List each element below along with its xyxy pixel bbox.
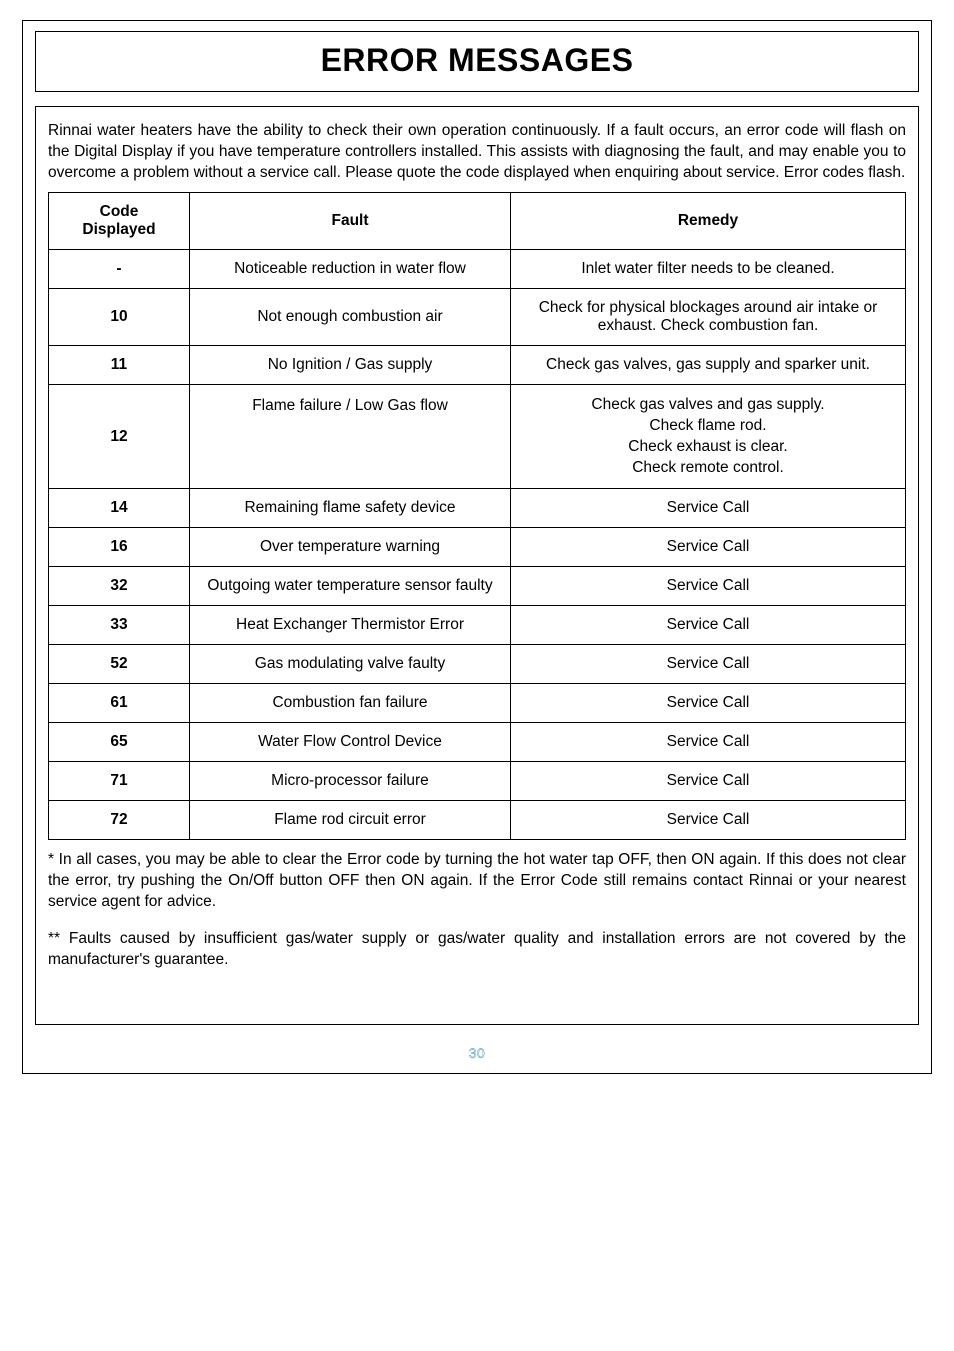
cell-fault: Micro-processor failure	[190, 762, 511, 801]
cell-remedy: Check for physical blockages around air …	[511, 288, 906, 345]
cell-code: 11	[49, 345, 190, 384]
cell-fault: Remaining flame safety device	[190, 489, 511, 528]
cell-fault: Heat Exchanger Thermistor Error	[190, 606, 511, 645]
col-header-code: Code Displayed	[49, 192, 190, 249]
footnote-1: * In all cases, you may be able to clear…	[48, 850, 906, 913]
table-row: 71 Micro-processor failure Service Call	[49, 762, 906, 801]
cell-code: 10	[49, 288, 190, 345]
remedy-multiline: Check gas valves and gas supply. Check f…	[521, 395, 895, 479]
cell-code: 12	[49, 384, 190, 489]
cell-fault: Outgoing water temperature sensor faulty	[190, 567, 511, 606]
cell-remedy: Service Call	[511, 606, 906, 645]
table-row: 61 Combustion fan failure Service Call	[49, 684, 906, 723]
table-row: 16 Over temperature warning Service Call	[49, 528, 906, 567]
cell-remedy: Inlet water filter needs to be cleaned.	[511, 249, 906, 288]
cell-fault: Flame rod circuit error	[190, 801, 511, 840]
table-row: 14 Remaining flame safety device Service…	[49, 489, 906, 528]
table-row: - Noticeable reduction in water flow Inl…	[49, 249, 906, 288]
cell-remedy: Service Call	[511, 489, 906, 528]
cell-remedy: Check gas valves, gas supply and sparker…	[511, 345, 906, 384]
cell-fault: Combustion fan failure	[190, 684, 511, 723]
cell-fault: Over temperature warning	[190, 528, 511, 567]
title-box: ERROR MESSAGES	[35, 31, 919, 92]
header-code-line1: Code	[59, 203, 179, 221]
col-header-fault: Fault	[190, 192, 511, 249]
col-header-remedy: Remedy	[511, 192, 906, 249]
table-row: 11 No Ignition / Gas supply Check gas va…	[49, 345, 906, 384]
table-row: 32 Outgoing water temperature sensor fau…	[49, 567, 906, 606]
cell-code: -	[49, 249, 190, 288]
table-body: - Noticeable reduction in water flow Inl…	[49, 249, 906, 840]
cell-remedy: Service Call	[511, 528, 906, 567]
page-number: 30	[23, 1039, 931, 1073]
cell-code: 72	[49, 801, 190, 840]
cell-code: 16	[49, 528, 190, 567]
cell-code: 14	[49, 489, 190, 528]
table-row: 33 Heat Exchanger Thermistor Error Servi…	[49, 606, 906, 645]
cell-remedy: Service Call	[511, 723, 906, 762]
table-row: 10 Not enough combustion air Check for p…	[49, 288, 906, 345]
cell-fault: Water Flow Control Device	[190, 723, 511, 762]
header-code-line2: Displayed	[59, 221, 179, 239]
page-title: ERROR MESSAGES	[36, 42, 918, 79]
cell-code: 32	[49, 567, 190, 606]
remedy-line: Check exhaust is clear.	[521, 437, 895, 458]
cell-fault: Gas modulating valve faulty	[190, 645, 511, 684]
cell-remedy: Check gas valves and gas supply. Check f…	[511, 384, 906, 489]
cell-remedy: Service Call	[511, 684, 906, 723]
remedy-line: Check remote control.	[521, 458, 895, 479]
remedy-line: Check flame rod.	[521, 416, 895, 437]
cell-code: 65	[49, 723, 190, 762]
cell-code: 33	[49, 606, 190, 645]
cell-code: 52	[49, 645, 190, 684]
page-frame: ERROR MESSAGES Rinnai water heaters have…	[22, 20, 932, 1074]
cell-code: 61	[49, 684, 190, 723]
cell-code: 71	[49, 762, 190, 801]
table-row: 65 Water Flow Control Device Service Cal…	[49, 723, 906, 762]
cell-fault: Not enough combustion air	[190, 288, 511, 345]
cell-remedy: Service Call	[511, 567, 906, 606]
table-row: 12 Flame failure / Low Gas flow Check ga…	[49, 384, 906, 489]
error-codes-table: Code Displayed Fault Remedy - Noticeable…	[48, 192, 906, 841]
table-header-row: Code Displayed Fault Remedy	[49, 192, 906, 249]
cell-fault: No Ignition / Gas supply	[190, 345, 511, 384]
footnote-2: ** Faults caused by insufficient gas/wat…	[48, 929, 906, 971]
table-row: 72 Flame rod circuit error Service Call	[49, 801, 906, 840]
content-box: Rinnai water heaters have the ability to…	[35, 106, 919, 1025]
cell-remedy: Service Call	[511, 645, 906, 684]
cell-remedy: Service Call	[511, 801, 906, 840]
remedy-line: Check gas valves and gas supply.	[521, 395, 895, 416]
cell-fault: Noticeable reduction in water flow	[190, 249, 511, 288]
cell-remedy: Service Call	[511, 762, 906, 801]
cell-fault: Flame failure / Low Gas flow	[190, 384, 511, 489]
table-row: 52 Gas modulating valve faulty Service C…	[49, 645, 906, 684]
intro-paragraph: Rinnai water heaters have the ability to…	[48, 121, 906, 184]
